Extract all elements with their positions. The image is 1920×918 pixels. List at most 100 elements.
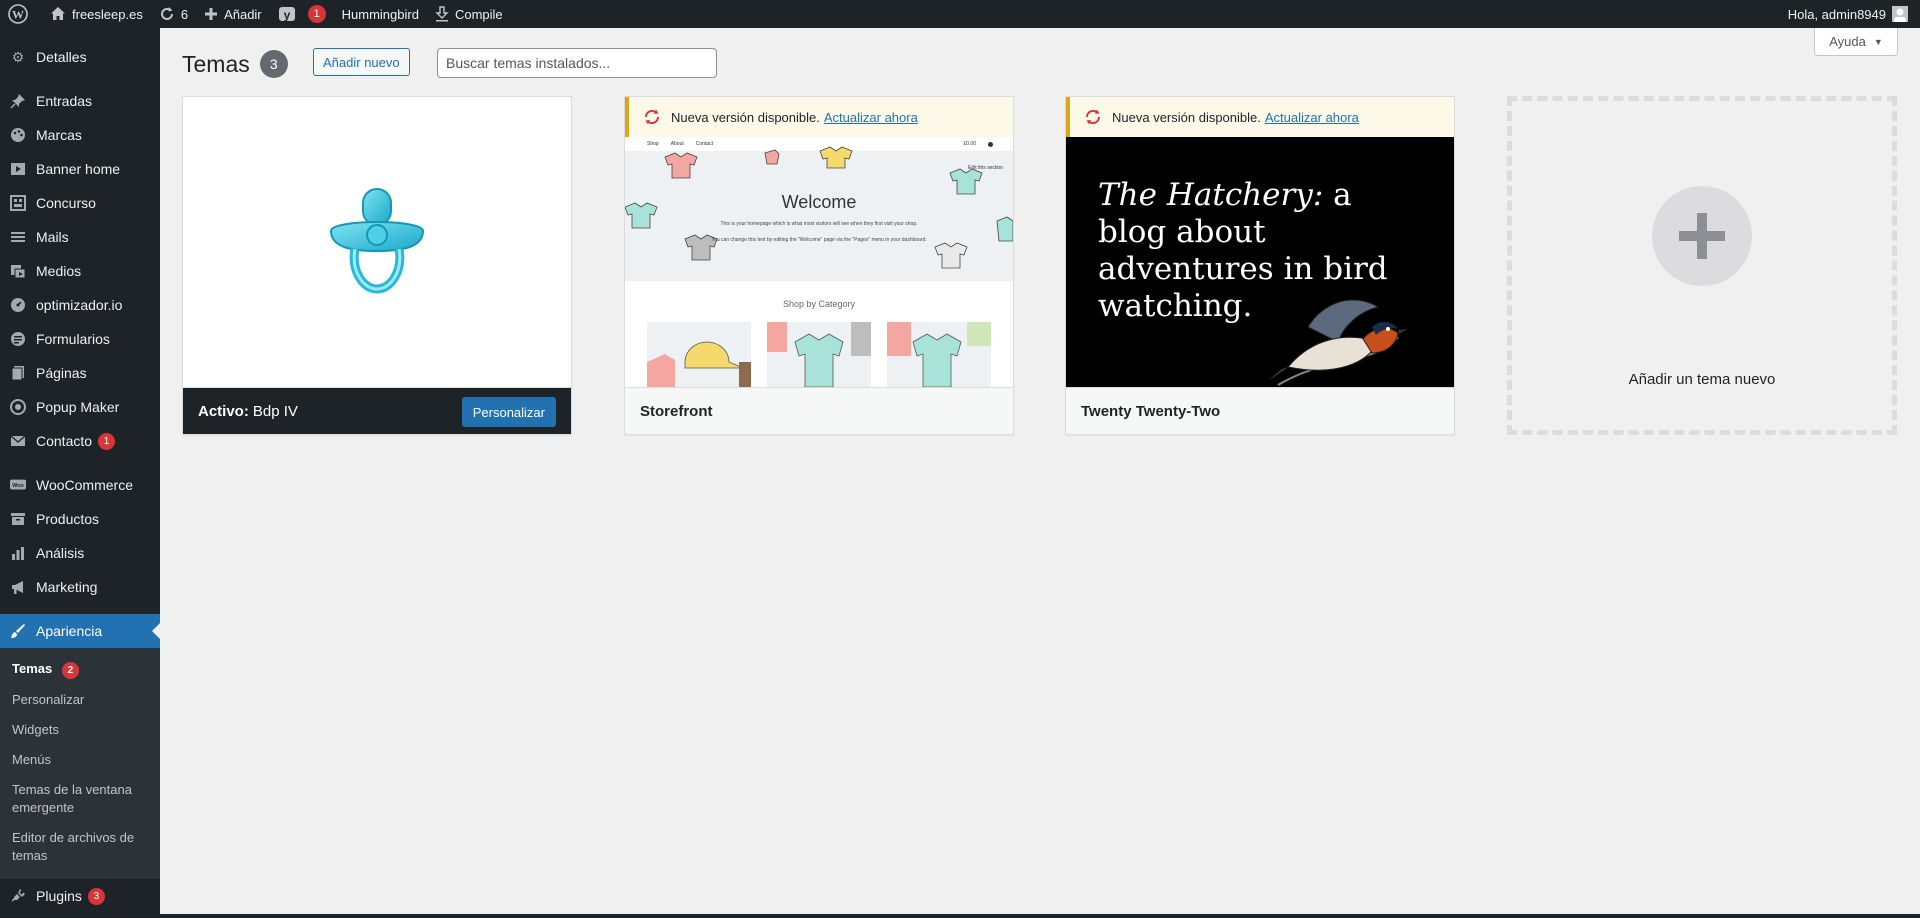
preview-welcome: Welcome <box>781 192 857 212</box>
list-icon <box>10 229 26 245</box>
preview-line1: This is your homepage which is what most… <box>720 221 918 227</box>
customize-button[interactable]: Personalizar <box>461 397 556 427</box>
menu-optimizador[interactable]: optimizador.io <box>0 288 160 322</box>
add-new-button[interactable]: Añadir nuevo <box>313 48 410 76</box>
media-icon <box>10 263 26 279</box>
add-theme-plus-icon <box>1652 186 1752 286</box>
download-icon <box>435 6 449 22</box>
mail-icon <box>10 433 26 449</box>
my-account[interactable]: Hola, admin8949 <box>1780 0 1916 28</box>
menu-label: Análisis <box>36 545 85 561</box>
updates-count: 6 <box>180 6 189 22</box>
menu-label: Detalles <box>36 49 87 65</box>
theme-card-bdp-iv[interactable]: Activo: Bdp IV Personalizar <box>182 96 572 435</box>
menu-formularios[interactable]: Formularios <box>0 322 160 356</box>
wordpress-logo[interactable]: W <box>0 0 42 28</box>
menu-label: Apariencia <box>36 623 103 639</box>
menu-label: Banner home <box>36 161 121 177</box>
admin-sidebar: ⚙ Detalles Entradas Marcas Banner home C… <box>0 28 160 918</box>
appearance-submenu: Temas 2 Personalizar Widgets Menús Temas… <box>0 648 160 879</box>
bottom-strip <box>0 914 1920 918</box>
menu-paginas[interactable]: Páginas <box>0 356 160 390</box>
compile-link[interactable]: Compile <box>427 0 511 28</box>
menu-label: Entradas <box>36 93 93 109</box>
yoast-link[interactable]: y 1 <box>270 0 334 28</box>
category-tile-tshirts <box>887 322 991 387</box>
page-icon <box>10 365 26 381</box>
brush-icon <box>10 623 26 639</box>
pacifier-icon <box>329 188 425 294</box>
play-icon <box>10 161 26 177</box>
menu-label: Concurso <box>36 195 96 211</box>
theme-name: Bdp IV <box>252 402 298 420</box>
submenu-popup-themes[interactable]: Temas de la ventana emergente <box>0 775 160 823</box>
menu-label: Marcas <box>36 127 82 143</box>
woo-icon: Woo <box>10 477 26 493</box>
chart-icon <box>10 545 26 561</box>
theme-name-bar: Twenty Twenty-Two <box>1066 387 1454 434</box>
menu-label: Formularios <box>36 331 110 347</box>
theme-card-storefront[interactable]: Nueva versión disponible. Actualizar aho… <box>624 96 1014 435</box>
add-new-link[interactable]: Añadir <box>196 0 270 28</box>
add-new-theme-card[interactable]: Añadir un tema nuevo <box>1507 96 1897 435</box>
menu-analisis[interactable]: Análisis <box>0 536 160 570</box>
submenu-label: Menús <box>12 752 52 767</box>
menu-apariencia[interactable]: Apariencia <box>0 614 160 648</box>
help-label: Ayuda <box>1829 34 1866 49</box>
menu-woocommerce[interactable]: Woo WooCommerce <box>0 468 160 502</box>
submenu-temas[interactable]: Temas 2 <box>0 654 160 685</box>
updates-link[interactable]: 6 <box>151 0 196 28</box>
theme-name: Storefront <box>640 402 713 420</box>
menu-productos[interactable]: Productos <box>0 502 160 536</box>
menu-contacto[interactable]: Contacto 1 <box>0 424 160 458</box>
menu-label: Páginas <box>36 365 87 381</box>
update-icon <box>1084 108 1102 126</box>
hummingbird-link[interactable]: Hummingbird <box>334 0 427 28</box>
submenu-menus[interactable]: Menús <box>0 745 160 775</box>
submenu-label: Temas de la ventana emergente <box>12 782 132 815</box>
submenu-widgets[interactable]: Widgets <box>0 715 160 745</box>
update-now-link[interactable]: Actualizar ahora <box>1265 110 1359 125</box>
menu-label: Popup Maker <box>36 399 120 415</box>
compile-label: Compile <box>454 6 503 22</box>
yoast-icon: y <box>278 7 295 22</box>
notice-text: Nueva versión disponible. <box>671 109 820 125</box>
menu-plugins[interactable]: Plugins 3 <box>0 879 160 913</box>
menu-label: Medios <box>36 263 82 279</box>
update-icon <box>643 108 661 126</box>
form-icon <box>10 331 26 347</box>
category-tile-hoodies <box>767 322 871 387</box>
popup-icon <box>10 399 26 415</box>
menu-medios[interactable]: Medios <box>0 254 160 288</box>
category-tile-accessories <box>647 322 751 387</box>
help-button[interactable]: Ayuda ▼ <box>1814 28 1898 56</box>
menu-popup-maker[interactable]: Popup Maker <box>0 390 160 424</box>
menu-banner-home[interactable]: Banner home <box>0 152 160 186</box>
site-name-link[interactable]: freesleep.es <box>42 0 151 28</box>
yoast-badge: 1 <box>307 5 326 23</box>
menu-marcas[interactable]: Marcas <box>0 118 160 152</box>
update-now-link[interactable]: Actualizar ahora <box>824 110 918 125</box>
theme-screenshot[interactable]: Shop About Contact £0.00 Edit this secti… <box>625 97 1013 387</box>
submenu-personalizar[interactable]: Personalizar <box>0 685 160 715</box>
menu-entradas[interactable]: Entradas <box>0 84 160 118</box>
search-themes-input[interactable] <box>437 48 717 78</box>
temas-badge: 2 <box>61 662 79 679</box>
menu-label: Marketing <box>36 579 98 595</box>
menu-mails[interactable]: Mails <box>0 220 160 254</box>
menu-concurso[interactable]: Concurso <box>0 186 160 220</box>
avatar <box>1892 6 1908 22</box>
submenu-theme-editor[interactable]: Editor de archivos de temas <box>0 823 160 871</box>
archive-icon <box>10 511 26 527</box>
contacto-badge: 1 <box>98 432 116 450</box>
menu-marketing[interactable]: Marketing <box>0 570 160 604</box>
theme-screenshot[interactable] <box>183 97 571 387</box>
notice-text: Nueva versión disponible. <box>1112 109 1261 125</box>
menu-detalles[interactable]: ⚙ Detalles <box>0 40 160 74</box>
theme-screenshot[interactable]: The Hatchery: a blog about adventures in… <box>1066 97 1454 387</box>
plus-icon <box>205 8 218 20</box>
theme-card-twenty-twenty-two[interactable]: Nueva versión disponible. Actualizar aho… <box>1065 96 1455 435</box>
gauge-icon <box>10 297 26 313</box>
submenu-label: Editor de archivos de temas <box>12 830 135 863</box>
theme-name-bar: Storefront <box>625 387 1013 434</box>
